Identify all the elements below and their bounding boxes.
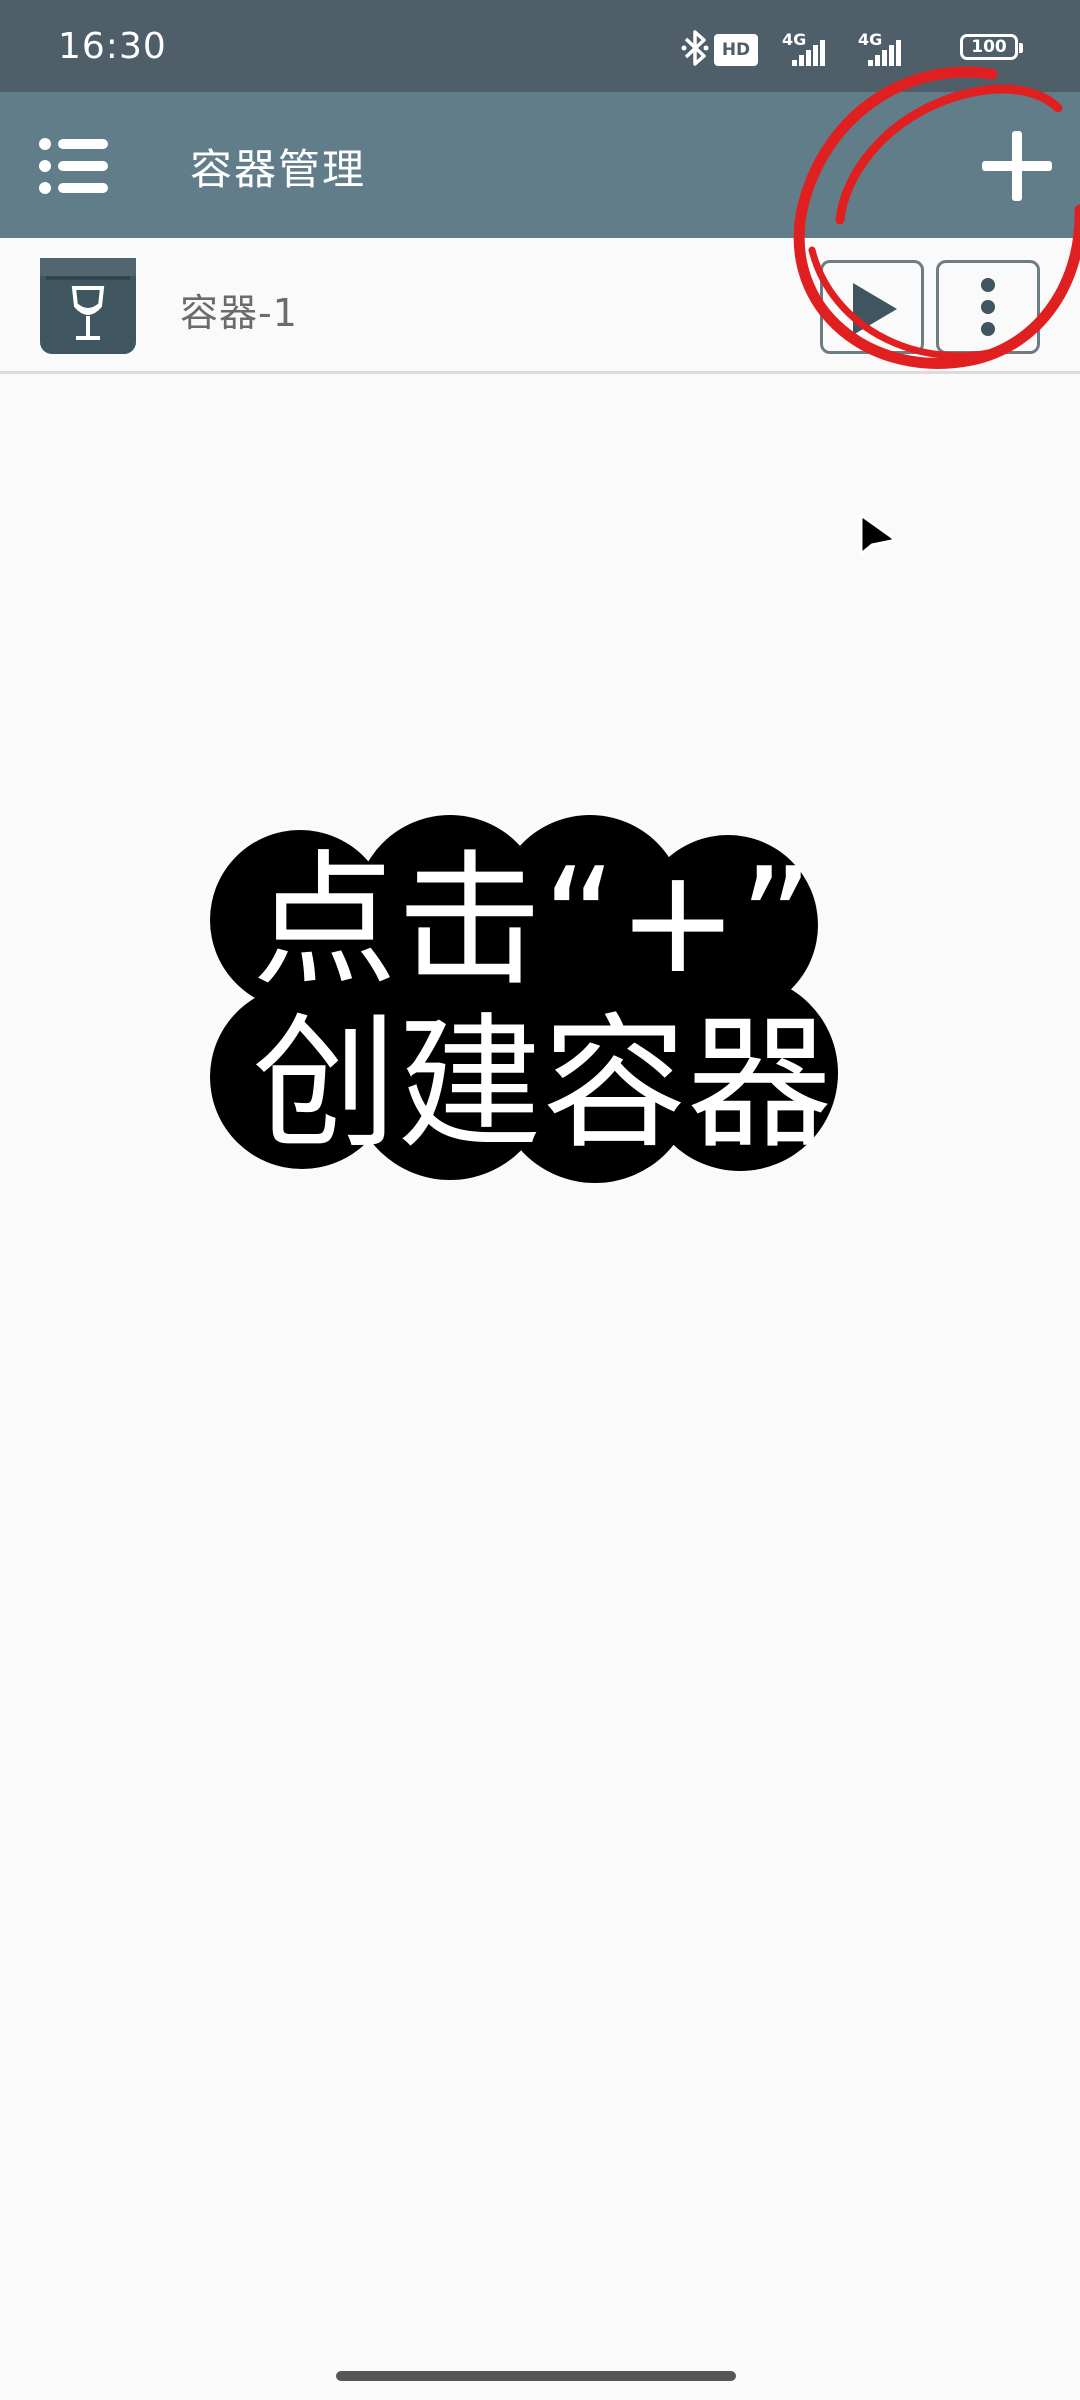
list-menu-icon[interactable]	[38, 136, 108, 196]
plus-icon[interactable]	[978, 127, 1056, 205]
status-bar: 16:30 HD 4G 4G 100	[0, 0, 1080, 92]
container-name: 容器-1	[180, 291, 298, 335]
bluetooth-icon	[681, 30, 709, 66]
signal-icon: 4G	[858, 30, 910, 66]
status-icons: HD 4G 4G 100	[620, 28, 1023, 68]
battery-icon: 100	[960, 34, 1023, 60]
more-options-button[interactable]	[936, 260, 1040, 354]
home-indicator[interactable]	[336, 2371, 736, 2381]
mouse-cursor-icon	[859, 513, 898, 556]
more-vertical-icon	[981, 278, 995, 336]
hd-voice-icon: HD	[714, 34, 758, 66]
status-time: 16:30	[58, 26, 167, 67]
caption-line: 创建容器	[252, 1000, 832, 1169]
wine-glass-icon	[40, 258, 136, 340]
caption-line: 点击“+”	[252, 837, 814, 1006]
list-item[interactable]: 容器-1	[0, 238, 1080, 374]
run-container-button[interactable]	[820, 260, 924, 354]
page-title: 容器管理	[190, 145, 367, 194]
signal-icon: 4G	[782, 30, 834, 66]
wine-glass-box-icon	[40, 258, 136, 354]
app-bar: 容器管理	[0, 92, 1080, 238]
play-icon	[853, 283, 897, 335]
